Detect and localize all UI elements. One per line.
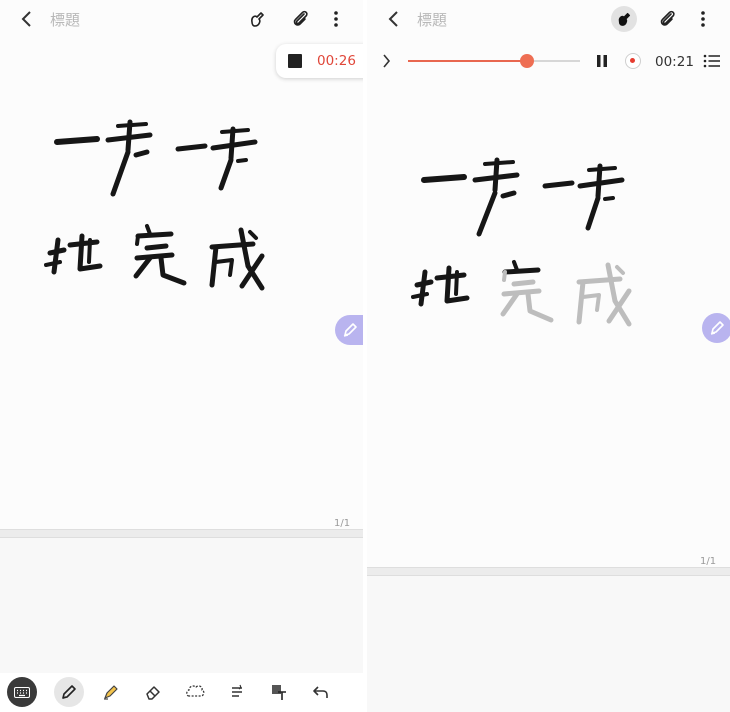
page-divider <box>0 529 363 538</box>
left-panel: 標題 00:26 1/1 <box>0 0 363 712</box>
floating-pen-button[interactable] <box>335 315 363 345</box>
right-panel: 標題 00:21 1/1 <box>367 0 730 712</box>
keyboard-icon <box>14 686 30 698</box>
keyboard-button[interactable] <box>7 677 37 707</box>
highlighter-icon <box>104 685 118 700</box>
lasso-button[interactable] <box>180 677 210 707</box>
undo-icon <box>313 686 328 698</box>
page-indicator: 1/1 <box>700 556 717 567</box>
eraser-button[interactable] <box>138 677 168 707</box>
pen-toolbar <box>0 673 363 712</box>
page-divider <box>367 567 730 576</box>
lasso-icon <box>186 685 205 697</box>
eraser-icon <box>146 686 160 700</box>
page-indicator: 1/1 <box>334 518 351 529</box>
pen-tool-button[interactable] <box>54 677 84 707</box>
undo-button[interactable] <box>306 677 336 707</box>
pen-icon <box>710 321 724 335</box>
pen-icon <box>343 323 357 337</box>
text-style-button[interactable] <box>264 677 294 707</box>
next-page-area <box>367 576 730 712</box>
floating-pen-button[interactable] <box>702 313 730 343</box>
next-page-area <box>0 538 363 673</box>
text-convert-button[interactable] <box>222 677 252 707</box>
highlighter-button[interactable] <box>96 677 126 707</box>
pen-icon <box>62 685 76 699</box>
text-style-icon <box>272 685 286 700</box>
handwriting-canvas[interactable] <box>0 0 363 330</box>
handwriting-canvas[interactable] <box>367 0 730 360</box>
text-convert-icon <box>232 684 242 697</box>
